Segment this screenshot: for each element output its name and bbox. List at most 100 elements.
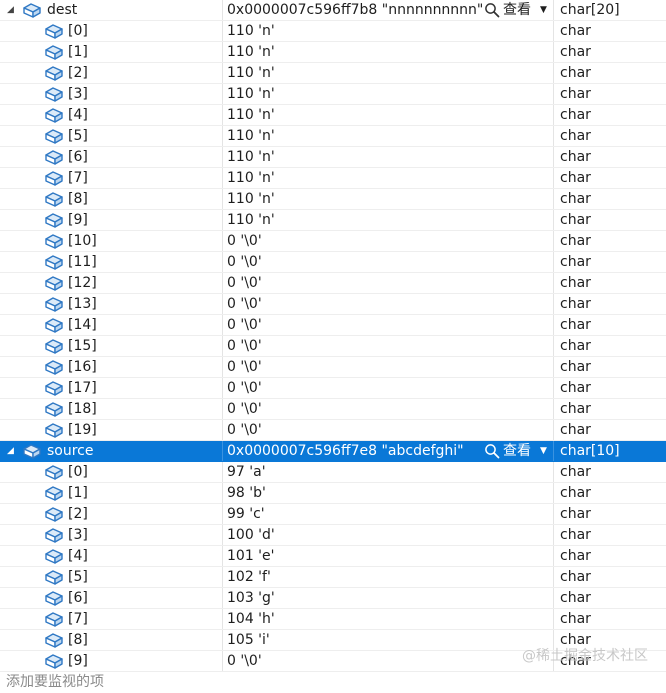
element-value[interactable]: 0 '\0' <box>223 420 554 440</box>
element-type: char <box>560 527 591 543</box>
element-value[interactable]: 110 'n' <box>223 147 554 167</box>
element-value[interactable]: 102 'f' <box>223 567 554 587</box>
element-value[interactable]: 98 'b' <box>223 483 554 503</box>
collapse-arrow-icon[interactable]: ◢ <box>7 0 17 20</box>
element-value[interactable]: 105 'i' <box>223 630 554 650</box>
element-value[interactable]: 110 'n' <box>223 63 554 83</box>
collapse-arrow-icon[interactable]: ◢ <box>7 441 17 461</box>
element-index: [1] <box>68 485 88 501</box>
array-element-row[interactable]: [16] 0 '\0' char <box>0 357 666 378</box>
value-cell[interactable]: 0x0000007c596ff7e8 "abcdefghi" 查看 ▼ <box>223 441 554 461</box>
array-element-row[interactable]: [1] 98 'b' char <box>0 483 666 504</box>
watch-row-source[interactable]: ◢ source 0x0000007c596ff7e8 "abcdefghi" 查看 ▼… <box>0 441 666 462</box>
array-element-row[interactable]: [1] 110 'n' char <box>0 42 666 63</box>
variable-object-icon <box>44 485 64 502</box>
array-element-row[interactable]: [9] 110 'n' char <box>0 210 666 231</box>
element-index: [11] <box>68 254 97 270</box>
array-element-row[interactable]: [2] 99 'c' char <box>0 504 666 525</box>
element-value[interactable]: 99 'c' <box>223 504 554 524</box>
view-label: 查看 <box>503 442 531 459</box>
add-watch-item[interactable]: 添加要监视的项 <box>0 672 666 693</box>
array-element-row[interactable]: [0] 97 'a' char <box>0 462 666 483</box>
element-value[interactable]: 110 'n' <box>223 21 554 41</box>
name-cell: [9] <box>0 651 223 671</box>
element-value[interactable]: 0 '\0' <box>223 399 554 419</box>
watch-row-dest[interactable]: ◢ dest 0x0000007c596ff7b8 "nnnnnnnnnn" 查看 ▼ c… <box>0 0 666 21</box>
array-element-row[interactable]: [6] 103 'g' char <box>0 588 666 609</box>
name-cell: [0] <box>0 21 223 41</box>
element-value[interactable]: 0 '\0' <box>223 294 554 314</box>
element-value[interactable]: 110 'n' <box>223 126 554 146</box>
element-value[interactable]: 110 'n' <box>223 210 554 230</box>
name-cell: [11] <box>0 252 223 272</box>
array-element-row[interactable]: [5] 102 'f' char <box>0 567 666 588</box>
array-element-row[interactable]: [15] 0 '\0' char <box>0 336 666 357</box>
element-value[interactable]: 110 'n' <box>223 168 554 188</box>
element-value[interactable]: 110 'n' <box>223 42 554 62</box>
array-element-row[interactable]: [2] 110 'n' char <box>0 63 666 84</box>
name-cell: [18] <box>0 399 223 419</box>
array-element-row[interactable]: [3] 110 'n' char <box>0 84 666 105</box>
array-element-row[interactable]: [4] 101 'e' char <box>0 546 666 567</box>
name-cell: [14] <box>0 315 223 335</box>
name-cell: ◢ source <box>0 441 223 461</box>
array-element-row[interactable]: [10] 0 '\0' char <box>0 231 666 252</box>
array-element-row[interactable]: [6] 110 'n' char <box>0 147 666 168</box>
element-value[interactable]: 104 'h' <box>223 609 554 629</box>
element-value[interactable]: 110 'n' <box>223 105 554 125</box>
element-value[interactable]: 100 'd' <box>223 525 554 545</box>
name-cell: [15] <box>0 336 223 356</box>
element-value[interactable]: 0 '\0' <box>223 273 554 293</box>
element-value[interactable]: 97 'a' <box>223 462 554 482</box>
name-cell: [5] <box>0 126 223 146</box>
element-value[interactable]: 110 'n' <box>223 189 554 209</box>
value-cell[interactable]: 0x0000007c596ff7b8 "nnnnnnnnnn" 查看 ▼ <box>223 0 554 20</box>
element-value[interactable]: 0 '\0' <box>223 231 554 251</box>
element-value[interactable]: 0 '\0' <box>223 315 554 335</box>
variable-object-icon <box>44 590 64 607</box>
element-value[interactable]: 0 '\0' <box>223 252 554 272</box>
magnifier-icon <box>484 2 500 18</box>
element-value[interactable]: 0 '\0' <box>223 378 554 398</box>
text-visualizer-button[interactable]: 查看 ▼ <box>484 0 547 20</box>
element-type: char <box>560 296 591 312</box>
array-element-row[interactable]: [13] 0 '\0' char <box>0 294 666 315</box>
array-element-row[interactable]: [11] 0 '\0' char <box>0 252 666 273</box>
array-element-row[interactable]: [5] 110 'n' char <box>0 126 666 147</box>
element-type: char <box>560 506 591 522</box>
array-element-row[interactable]: [7] 110 'n' char <box>0 168 666 189</box>
array-element-row[interactable]: [12] 0 '\0' char <box>0 273 666 294</box>
variable-object-icon <box>44 296 64 313</box>
text-visualizer-button[interactable]: 查看 ▼ <box>484 441 547 461</box>
array-element-row[interactable]: [3] 100 'd' char <box>0 525 666 546</box>
element-index: [15] <box>68 338 97 354</box>
array-element-row[interactable]: [17] 0 '\0' char <box>0 378 666 399</box>
array-element-row[interactable]: [7] 104 'h' char <box>0 609 666 630</box>
array-element-row[interactable]: [19] 0 '\0' char <box>0 420 666 441</box>
element-index: [2] <box>68 506 88 522</box>
array-element-row[interactable]: [0] 110 'n' char <box>0 21 666 42</box>
variable-object-icon <box>44 464 64 481</box>
dropdown-arrow-icon[interactable]: ▼ <box>540 441 547 461</box>
element-index: [12] <box>68 275 97 291</box>
element-type: char <box>560 86 591 102</box>
element-index: [6] <box>68 149 88 165</box>
element-value[interactable]: 101 'e' <box>223 546 554 566</box>
element-value[interactable]: 0 '\0' <box>223 651 554 671</box>
array-element-row[interactable]: [4] 110 'n' char <box>0 105 666 126</box>
element-value[interactable]: 103 'g' <box>223 588 554 608</box>
variable-object-icon <box>44 107 64 124</box>
element-value[interactable]: 0 '\0' <box>223 336 554 356</box>
variable-value: 0x0000007c596ff7b8 "nnnnnnnnnn" <box>227 2 484 18</box>
name-cell: [13] <box>0 294 223 314</box>
array-element-row[interactable]: [18] 0 '\0' char <box>0 399 666 420</box>
dropdown-arrow-icon[interactable]: ▼ <box>540 0 547 20</box>
element-index: [4] <box>68 548 88 564</box>
element-value[interactable]: 0 '\0' <box>223 357 554 377</box>
variable-object-icon <box>44 317 64 334</box>
element-index: [19] <box>68 422 97 438</box>
array-element-row[interactable]: [8] 110 'n' char <box>0 189 666 210</box>
array-element-row[interactable]: [14] 0 '\0' char <box>0 315 666 336</box>
variable-object-icon <box>44 44 64 61</box>
element-value[interactable]: 110 'n' <box>223 84 554 104</box>
